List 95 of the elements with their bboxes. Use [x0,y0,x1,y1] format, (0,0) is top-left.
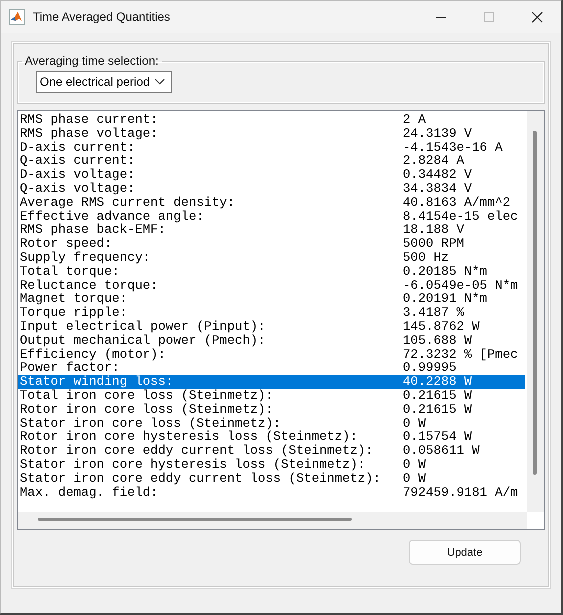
quantity-label: RMS phase back-EMF: [20,223,166,238]
quantity-label: Stator winding loss: [20,375,175,389]
result-row[interactable]: Q-axis current: 2.8284 A [18,154,525,168]
quantity-value: 0.99995 [403,361,458,376]
quantity-label: Effective advance angle: [20,210,204,224]
result-row[interactable]: Torque ripple: 3.4187 % [18,306,525,320]
chevron-icon [155,79,165,85]
result-row[interactable]: Stator iron core hysteresis loss (Steinmetz): 0 W [18,458,525,472]
result-row[interactable]: Power factor: 0.99995 [18,361,525,376]
result-row[interactable]: Stator iron core loss (Steinmetz): 0 W [18,416,525,430]
quantity-label: Stator iron core hysteresis loss (Steinmetz): [20,458,366,472]
result-row[interactable]: Rotor iron core eddy current loss (Steinmetz): 0.058611 W [18,444,525,458]
result-row[interactable]: Max. demag. field: 792459.9181 A/m [18,486,525,500]
quantity-label: Reluctance torque: [20,278,160,292]
result-row[interactable]: Reluctance torque: -6.0549e-05 N*m [18,278,525,292]
group-label: Averaging time selection: [24,54,160,68]
quantity-label: Efficiency (motor): [20,348,166,362]
result-row[interactable]: Input electrical power (Pinput): 145.8762 W [18,320,525,334]
quantity-value: 3.4187 % [403,306,466,320]
quantity-label: Stator iron core eddy current loss (Steinmetz): [20,472,382,486]
quantity-value: 0 W [403,472,428,486]
quantity-label: Q-axis voltage: [20,182,136,196]
quantity-value: 0.15754 W [403,430,474,444]
result-row[interactable]: Supply frequency: 500 Hz [18,250,525,265]
quantity-label: Max. demag. field: [20,486,158,500]
quantity-label: Rotor iron core eddy current loss (Steinmetz): [20,444,374,458]
quantity-label: Q-axis current: [20,154,136,168]
quantity-label: Rotor iron core hysteresis loss (Steinmetz): [20,430,359,444]
quantity-value: 0.20191 N*m [403,292,488,306]
result-row[interactable]: D-axis voltage: 0.34482 V [18,168,525,182]
result-row[interactable]: Magnet torque: 0.20191 N*m [18,292,525,306]
quantity-value: 5000 RPM [403,237,466,251]
quantity-label: Power factor: [20,361,120,376]
quantity-value: 34.3834 V [403,182,474,196]
result-row[interactable]: Rotor iron core loss (Steinmetz): 0.21615 W [18,402,525,417]
result-row[interactable]: Average RMS current density: 40.8163 A/mm^2 [18,196,525,210]
result-row[interactable]: Output mechanical power (Pmech): 105.688 W [18,334,525,348]
quantity-label: Torque ripple: [20,306,129,320]
quantity-value: 24.3139 V [403,126,474,141]
result-row[interactable]: Total iron core loss (Steinmetz): 0.21615 W [18,388,525,403]
quantity-value: -4.1543e-16 A [403,140,504,154]
result-row[interactable]: Effective advance angle: 8.4154e-15 elec [18,210,525,224]
quantity-value: 2 A [403,113,428,127]
result-row[interactable]: Total torque: 0.20185 N*m [18,264,525,279]
quantity-value: 145.8762 W [403,320,481,334]
averaging-dropdown[interactable]: One electrical period [36,71,172,93]
result-row[interactable]: Q-axis voltage: 34.3834 V [18,182,525,196]
quantity-value: 105.688 W [403,334,474,348]
quantity-label: Rotor iron core loss (Steinmetz): [20,402,274,417]
quantity-value: 0.21615 W [403,402,474,417]
quantity-label: Average RMS current density: [20,196,236,210]
quantity-value: -6.0549e-05 N*m [403,278,520,292]
quantity-value: 500 Hz [403,250,450,265]
quantity-value: 72.3232 % [Pmec [403,348,520,362]
quantity-label: Input electrical power (Pinput): [20,320,267,334]
quantity-value: 0.21615 W [403,388,474,403]
quantity-value: 0.34482 V [403,168,474,182]
quantity-value: 0.20185 N*m [403,264,488,279]
update-button[interactable]: Update [409,540,521,565]
quantity-label: Output mechanical power (Pmech): [20,334,267,348]
result-row[interactable]: Efficiency (motor): 72.3232 % [Pmec [18,348,525,362]
quantity-value: 8.4154e-15 elec [403,210,520,224]
scrollbar-thumb[interactable] [38,518,352,521]
quantity-value: 0 W [403,416,428,430]
quantity-label: Rotor speed: [20,237,114,251]
quantity-label: Stator iron core loss (Steinmetz): [20,416,282,430]
quantity-value: 40.8163 A/mm^2 [403,196,512,210]
window-title: Time Averaged Quantities [33,10,172,24]
quantity-label: D-axis voltage: [20,168,136,182]
quantity-value: 40.2288 W [403,375,474,389]
result-row[interactable]: Rotor iron core hysteresis loss (Steinmetz): 0.15754 W [18,430,525,444]
app-icon [9,9,25,25]
result-row[interactable]: Stator winding loss: 40.2288 W [18,375,525,389]
quantity-label: RMS phase current: [20,113,160,127]
results-list[interactable] [17,110,545,530]
result-row[interactable]: RMS phase voltage: 24.3139 V [18,126,525,141]
result-row[interactable]: RMS phase current: 2 A [18,113,525,127]
quantity-value: 0 W [403,458,428,472]
quantity-label: Total torque: [20,264,120,279]
quantity-label: Total iron core loss (Steinmetz): [20,388,274,403]
quantity-value: 792459.9181 A/m [403,486,520,500]
result-row[interactable]: RMS phase back-EMF: 18.188 V [18,223,525,238]
scrollbar-thumb[interactable] [533,131,537,475]
result-row[interactable]: Rotor speed: 5000 RPM [18,237,525,251]
quantity-value: 18.188 V [403,223,466,238]
minimize-icon[interactable] [436,16,446,18]
quantity-value: 2.8284 A [403,154,466,168]
close-icon[interactable] [532,12,542,22]
quantity-label: D-axis current: [20,140,136,154]
quantity-label: Supply frequency: [20,250,152,265]
quantity-label: RMS phase voltage: [20,126,160,141]
quantity-label: Magnet torque: [20,292,128,306]
result-row[interactable]: Stator iron core eddy current loss (Steinmetz): 0 W [18,472,525,486]
quantity-value: 0.058611 W [403,444,481,458]
result-row[interactable]: D-axis current: -4.1543e-16 A [18,140,525,154]
